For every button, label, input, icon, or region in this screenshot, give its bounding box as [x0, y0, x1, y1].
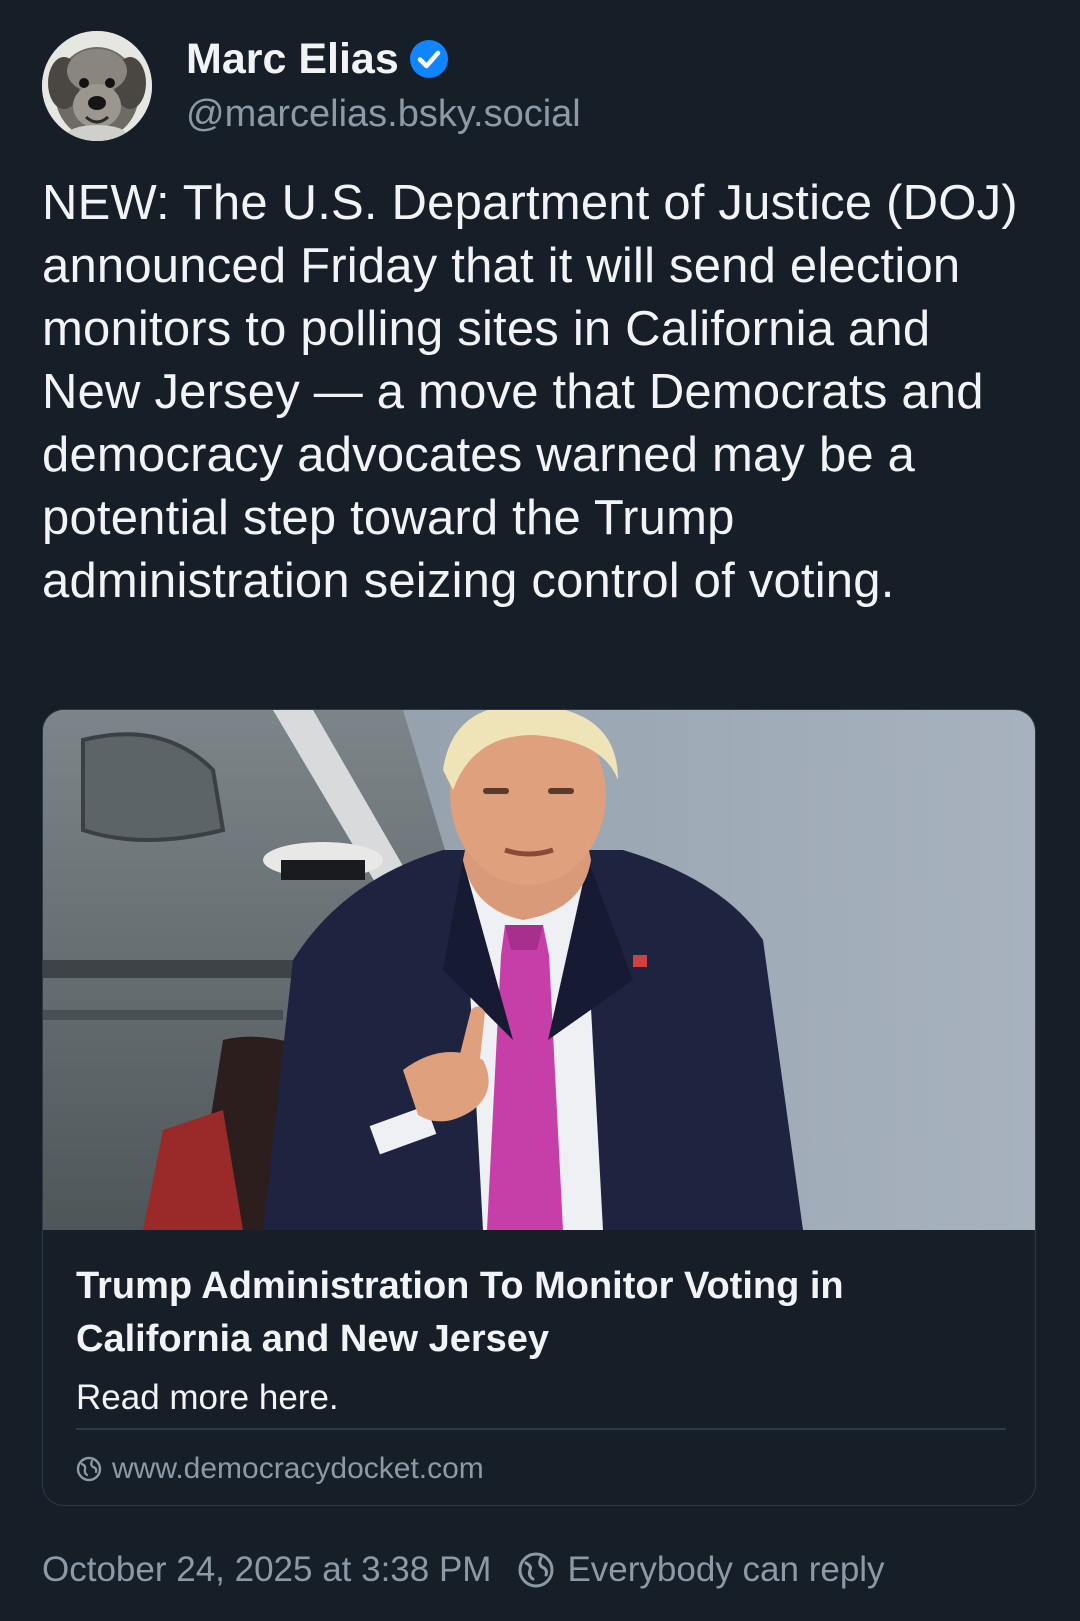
- name-row: Marc Elias: [186, 34, 581, 84]
- post-timestamp[interactable]: October 24, 2025 at 3:38 PM: [42, 1550, 491, 1590]
- link-card-domain-text: www.democracydocket.com: [112, 1452, 484, 1485]
- link-card-description: Read more here.: [76, 1378, 339, 1417]
- globe-icon: [76, 1456, 102, 1482]
- globe-icon: [517, 1551, 555, 1589]
- link-card-image: [43, 710, 1035, 1230]
- link-card-title[interactable]: Trump Administration To Monitor Voting i…: [76, 1260, 1006, 1366]
- dog-avatar-image: [42, 31, 152, 141]
- avatar[interactable]: [42, 31, 152, 141]
- display-name[interactable]: Marc Elias: [186, 34, 399, 84]
- reply-setting[interactable]: Everybody can reply: [567, 1550, 884, 1590]
- link-card[interactable]: Trump Administration To Monitor Voting i…: [42, 709, 1036, 1506]
- post-header: Marc Elias @marcelias.bsky.social: [42, 30, 581, 142]
- author-info: Marc Elias @marcelias.bsky.social: [186, 34, 581, 138]
- post: Marc Elias @marcelias.bsky.social NEW: T…: [0, 0, 1080, 1621]
- link-card-domain[interactable]: www.democracydocket.com: [76, 1452, 484, 1486]
- author-handle[interactable]: @marcelias.bsky.social: [186, 90, 581, 138]
- post-footer: October 24, 2025 at 3:38 PM Everybody ca…: [42, 1550, 885, 1590]
- post-text: NEW: The U.S. Department of Justice (DOJ…: [42, 176, 1018, 608]
- verified-check-icon[interactable]: [409, 39, 449, 79]
- link-card-divider: [76, 1428, 1006, 1430]
- link-card-text: Trump Administration To Monitor Voting i…: [76, 1260, 1006, 1420]
